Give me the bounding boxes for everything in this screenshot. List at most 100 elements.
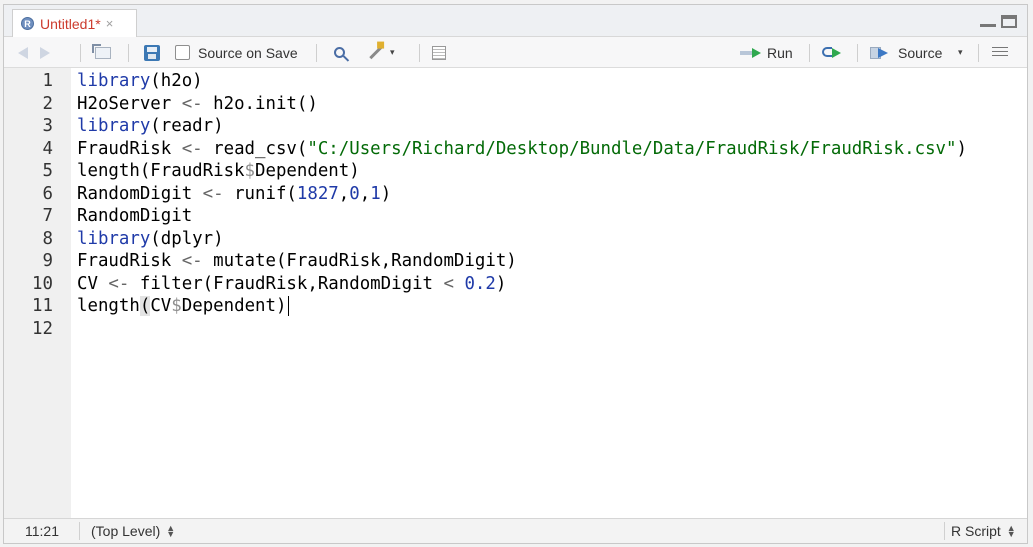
code-line[interactable]: 8 library(dplyr) [4, 228, 1024, 251]
tab-title: Untitled1* [40, 15, 101, 32]
code-line[interactable]: 2 H2oServer <- h2o.init() [4, 93, 1024, 116]
run-button[interactable]: Run [740, 37, 793, 68]
token: length [77, 296, 140, 317]
token: ) [380, 183, 392, 204]
scope-selector[interactable]: (Top Level) ▲ ▼ [91, 519, 175, 543]
code-line[interactable]: 5 length(FraudRisk$Dependent) [4, 160, 1024, 183]
token-dollar: $ [171, 296, 182, 317]
code-line[interactable]: 7 RandomDigit [4, 205, 1024, 228]
save-icon[interactable] [144, 37, 160, 68]
token: ) [956, 138, 967, 159]
token-op: <- [108, 273, 130, 294]
run-arrow-icon [740, 47, 762, 58]
code-line[interactable]: 4 FraudRisk <- read_csv("C:/Users/Richard… [4, 138, 1024, 161]
toolbar-divider [316, 44, 317, 62]
close-tab-icon[interactable]: × [106, 16, 114, 31]
code-line[interactable]: 6 RandomDigit <- runif(1827,0,1) [4, 183, 1024, 206]
source-button[interactable]: Source [870, 37, 942, 68]
code-line[interactable]: 10 CV <- filter(FraudRisk,RandomDigit < 0… [4, 273, 1024, 296]
token: Dependent) [181, 296, 287, 317]
maximize-pane-icon[interactable] [1001, 15, 1017, 28]
token: read_csv( [202, 138, 308, 159]
code-text: library(dplyr) [77, 229, 224, 249]
file-type-selector[interactable]: R Script ▲ ▼ [951, 519, 1016, 543]
magic-wand-icon [369, 45, 383, 60]
line-number: 9 [42, 251, 53, 272]
line-number: 7 [42, 206, 53, 227]
token: mutate(FraudRisk,RandomDigit) [202, 251, 517, 272]
up-down-chevron-icon: ▲ ▼ [166, 523, 176, 539]
toolbar-divider [857, 44, 858, 62]
code-line[interactable]: 9 FraudRisk <- mutate(FraudRisk,RandomDig… [4, 250, 1024, 273]
source-arrow-icon [870, 46, 892, 60]
chevron-down-icon: ▾ [958, 47, 963, 57]
token: CV [77, 273, 109, 294]
editor-toolbar: Source on Save ▾ Run Source ▾ [4, 37, 1027, 68]
code-editor[interactable]: 1 library(h2o) 2 H2oServer <- h2o.init() 3 li… [4, 68, 1027, 520]
source-on-save-checkbox[interactable] [175, 45, 190, 60]
toolbar-divider [80, 44, 81, 62]
tab-untitled1[interactable]: R Untitled1* × [12, 9, 137, 37]
token-num: 0.2 [464, 273, 496, 294]
line-number: 6 [42, 183, 53, 204]
line-number: 8 [42, 228, 53, 249]
toolbar-divider [978, 44, 979, 62]
code-text: CV <- filter(FraudRisk,RandomDigit < 0.2… [77, 274, 506, 294]
toolbar-divider [809, 44, 810, 62]
code-tools-button[interactable]: ▾ [368, 37, 395, 68]
token-op: <- [181, 138, 203, 159]
minimize-pane-icon[interactable] [979, 15, 997, 29]
code-line[interactable]: 3 library(readr) [4, 115, 1024, 138]
token: , [338, 183, 350, 204]
code-text: length(CV$Dependent) [77, 296, 290, 317]
code-text: length(FraudRisk$Dependent) [77, 161, 360, 181]
token: filter(FraudRisk,RandomDigit [129, 273, 444, 294]
code-text: library(readr) [77, 116, 224, 136]
token-num: 1827 [296, 183, 339, 204]
pane-window-controls [979, 15, 1017, 29]
token-dollar: $ [244, 161, 256, 182]
rerun-icon[interactable] [822, 37, 844, 68]
forward-arrow-icon[interactable] [40, 37, 50, 68]
source-options-dropdown[interactable]: ▾ [958, 37, 963, 68]
chevron-down-icon: ▾ [390, 47, 395, 57]
r-file-icon: R [21, 17, 34, 30]
cursor-position: 11:21 [25, 523, 59, 539]
code-line[interactable]: 1 library(h2o) [4, 70, 1024, 93]
token-op: < [443, 273, 454, 294]
find-replace-icon[interactable] [334, 37, 345, 68]
code-line[interactable]: 11 length(CV$Dependent) [4, 295, 1024, 318]
up-down-chevron-icon: ▲ ▼ [1006, 523, 1016, 539]
code-text: RandomDigit <- runif(1827,0,1) [77, 184, 391, 204]
token-op: <- [181, 93, 203, 114]
status-divider [944, 522, 945, 540]
token-op: <- [181, 251, 203, 272]
source-on-save-label: Source on Save [198, 44, 298, 61]
line-number: 1 [42, 71, 53, 92]
code-line[interactable]: 12 [4, 318, 1024, 341]
document-outline-icon[interactable] [992, 37, 1008, 68]
code-text: library(h2o) [77, 71, 203, 91]
show-in-new-window-icon[interactable] [92, 37, 111, 68]
token: Dependent) [255, 161, 360, 182]
line-number: 2 [42, 93, 53, 114]
source-on-save-toggle[interactable]: Source on Save [175, 37, 298, 68]
compile-report-icon[interactable] [432, 37, 446, 68]
source-label: Source [898, 44, 943, 61]
line-number: 12 [32, 318, 53, 339]
token: FraudRisk [77, 251, 182, 272]
token: h2o.init() [202, 93, 318, 114]
token: length(FraudRisk [77, 161, 245, 182]
token: (readr) [150, 116, 224, 137]
token: RandomDigit [77, 183, 203, 204]
line-number: 3 [42, 116, 53, 137]
token: H2oServer [77, 93, 182, 114]
file-type-label: R Script [951, 523, 1001, 539]
token-op: <- [202, 183, 224, 204]
token-kw: library [77, 116, 151, 137]
back-arrow-icon[interactable] [18, 37, 28, 68]
token: , [359, 183, 371, 204]
code-text: FraudRisk <- mutate(FraudRisk,RandomDigi… [77, 251, 517, 271]
status-divider [79, 522, 80, 540]
